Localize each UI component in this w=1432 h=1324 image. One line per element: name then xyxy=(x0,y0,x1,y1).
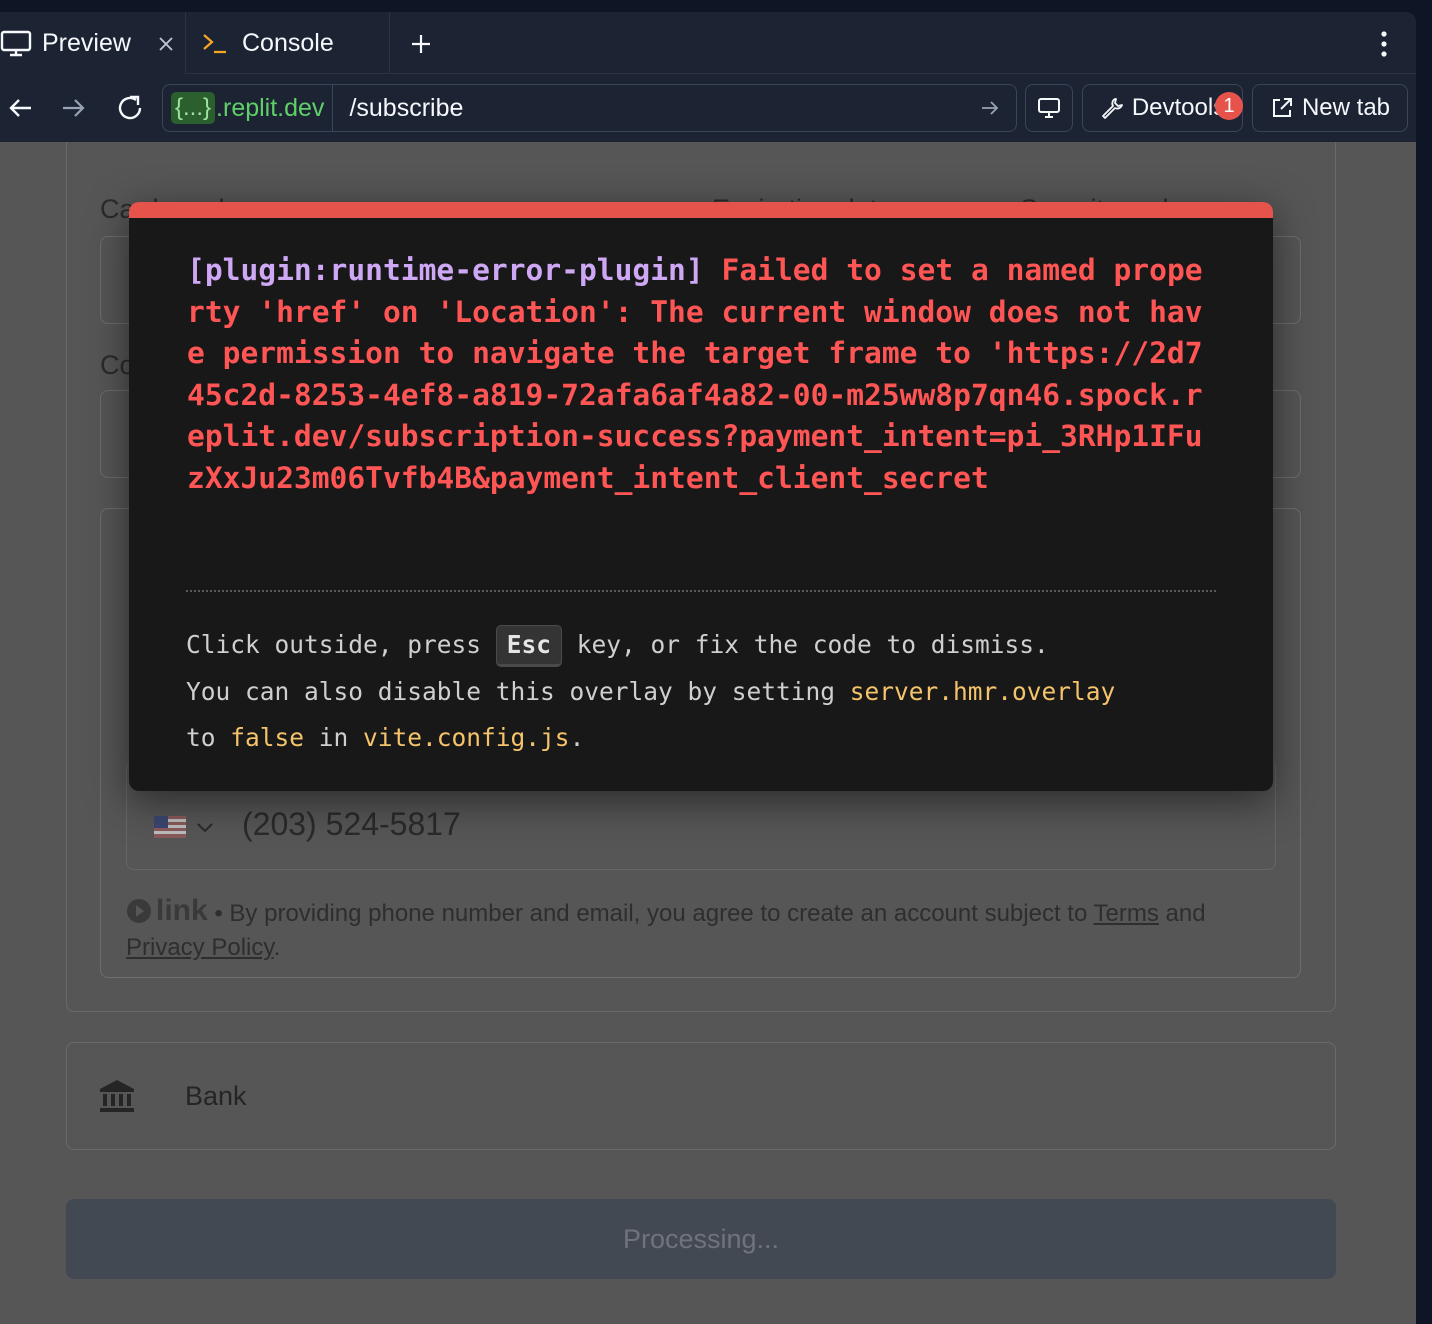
devtools-label: Devtools xyxy=(1131,94,1226,121)
arrow-right-icon xyxy=(63,99,85,117)
plus-icon xyxy=(412,35,430,53)
legal-end: . xyxy=(273,934,281,961)
tip-text-3: You can also disable this overlay by set… xyxy=(186,676,850,706)
forward-button[interactable] xyxy=(54,88,94,128)
close-icon[interactable] xyxy=(156,32,176,52)
right-gutter xyxy=(1416,12,1432,1324)
monitor-icon xyxy=(0,29,32,57)
processing-label: Processing... xyxy=(622,1223,780,1254)
tab-preview-label: Preview xyxy=(42,28,131,57)
phone-input[interactable]: (203) 524-5817 xyxy=(242,806,461,843)
tab-console-label: Console xyxy=(242,28,334,57)
code-hmr-overlay: server.hmr.overlay xyxy=(849,676,1116,706)
arrow-right-icon xyxy=(982,101,999,115)
tip-text-4: to xyxy=(186,723,231,752)
external-link-icon xyxy=(1272,98,1292,117)
arrow-left-icon xyxy=(9,99,31,117)
code-vite-config: vite.config.js xyxy=(363,723,570,752)
esc-key: Esc xyxy=(495,625,563,667)
vite-error-overlay[interactable]: [plugin:runtime-error-plugin] Failed to … xyxy=(129,202,1273,791)
link-brand: link xyxy=(156,894,208,927)
address-toolbar: {...} .replit.dev /subscribe Devtools 1 … xyxy=(0,74,1416,142)
url-path-input[interactable]: /subscribe xyxy=(333,94,970,123)
chevron-down-icon[interactable] xyxy=(196,822,214,834)
terminal-icon xyxy=(202,31,228,55)
bank-payment-option[interactable]: Bank xyxy=(66,1042,1336,1150)
link-play-icon xyxy=(127,899,151,923)
privacy-policy-link[interactable]: Privacy Policy xyxy=(126,934,274,961)
url-bar[interactable]: {...} .replit.dev /subscribe xyxy=(162,84,1017,132)
wrench-icon xyxy=(1101,98,1123,119)
new-tab-button[interactable]: New tab xyxy=(1252,84,1408,132)
overlay-tip: Click outside, press Esc key, or fix the… xyxy=(186,622,1226,762)
plugin-tag: [plugin:runtime-error-plugin] xyxy=(187,253,704,287)
bank-label: Bank xyxy=(185,1081,247,1111)
go-button[interactable] xyxy=(970,88,1010,128)
device-preview-button[interactable] xyxy=(1025,84,1073,132)
legal-and: and xyxy=(1158,900,1206,927)
processing-button[interactable]: Processing... xyxy=(66,1199,1336,1279)
tip-text-5: in xyxy=(304,723,364,752)
refresh-icon xyxy=(118,95,142,120)
us-flag-icon[interactable] xyxy=(154,816,186,838)
overlay-separator xyxy=(186,590,1216,592)
terms-link[interactable]: Terms xyxy=(1094,900,1159,927)
new-tab-label: New tab xyxy=(1301,94,1391,121)
legal-text: • By providing phone number and email, y… xyxy=(207,900,1094,927)
tip-text-6: . xyxy=(569,723,585,752)
add-tab-button[interactable] xyxy=(405,28,437,60)
devtools-error-badge: 1 xyxy=(1215,92,1243,120)
tip-text-2: key, or fix the code to dismiss. xyxy=(562,630,1049,659)
more-options-button[interactable] xyxy=(1372,28,1396,60)
kebab-icon xyxy=(1381,31,1387,57)
reload-button[interactable] xyxy=(110,88,150,128)
bank-icon xyxy=(100,1080,134,1112)
code-false: false xyxy=(230,723,305,752)
url-host: {...} .replit.dev xyxy=(163,85,334,131)
tab-console[interactable]: Console xyxy=(186,12,390,74)
tab-preview[interactable]: Preview xyxy=(0,12,186,74)
tip-text-1: Click outside, press xyxy=(186,630,496,659)
window-top-strip xyxy=(0,0,1432,12)
link-logo: link xyxy=(126,894,208,928)
tab-bar: Preview Console xyxy=(0,12,1416,74)
error-text: Failed to set a named property 'href' on… xyxy=(187,253,1203,495)
link-legal-text: link • By providing phone number and ema… xyxy=(126,894,1286,965)
url-host-text: .replit.dev xyxy=(216,93,325,122)
back-button[interactable] xyxy=(0,88,40,128)
url-badge: {...} xyxy=(171,92,216,124)
monitor-icon xyxy=(1038,98,1060,118)
error-message: [plugin:runtime-error-plugin] Failed to … xyxy=(187,250,1217,500)
